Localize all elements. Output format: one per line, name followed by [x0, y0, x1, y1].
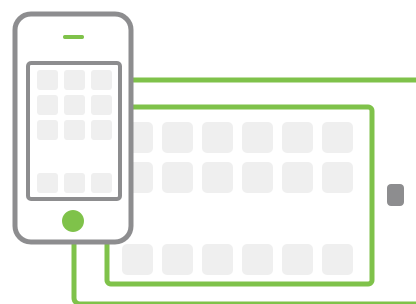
tablet-dock-tile — [162, 244, 193, 275]
phone-dock-tile — [91, 173, 112, 193]
tablet-app-tile — [242, 122, 273, 153]
phone-app-tile — [64, 70, 85, 90]
phone-app-tile — [37, 95, 58, 115]
tablet-dock-tile — [282, 244, 313, 275]
phone-speaker — [63, 35, 84, 39]
devices-svg — [12, 11, 416, 304]
phone-dock-tile — [37, 173, 58, 193]
tablet-app-tile — [282, 162, 313, 193]
tablet-app-tile — [322, 122, 353, 153]
phone-app-grid — [37, 70, 112, 193]
tablet-home-button — [387, 184, 404, 206]
tablet-app-tile — [162, 122, 193, 153]
tablet-app-tile — [202, 122, 233, 153]
tablet-dock-tile — [122, 244, 153, 275]
tablet-app-tile — [322, 162, 353, 193]
device-illustration — [0, 0, 416, 304]
tablet-dock-tile — [322, 244, 353, 275]
tablet-dock-tile — [202, 244, 233, 275]
tablet-dock-tile — [242, 244, 273, 275]
phone-app-tile — [37, 120, 58, 140]
phone-app-tile — [91, 95, 112, 115]
tablet-app-tile — [162, 162, 193, 193]
tablet-app-tile — [242, 162, 273, 193]
phone — [12, 11, 134, 245]
phone-app-tile — [91, 120, 112, 140]
phone-app-tile — [91, 70, 112, 90]
phone-home-button — [62, 210, 84, 232]
phone-app-tile — [64, 120, 85, 140]
tablet-app-tile — [202, 162, 233, 193]
phone-app-tile — [37, 70, 58, 90]
phone-app-tile — [64, 95, 85, 115]
tablet-app-tile — [282, 122, 313, 153]
phone-dock-tile — [64, 173, 85, 193]
